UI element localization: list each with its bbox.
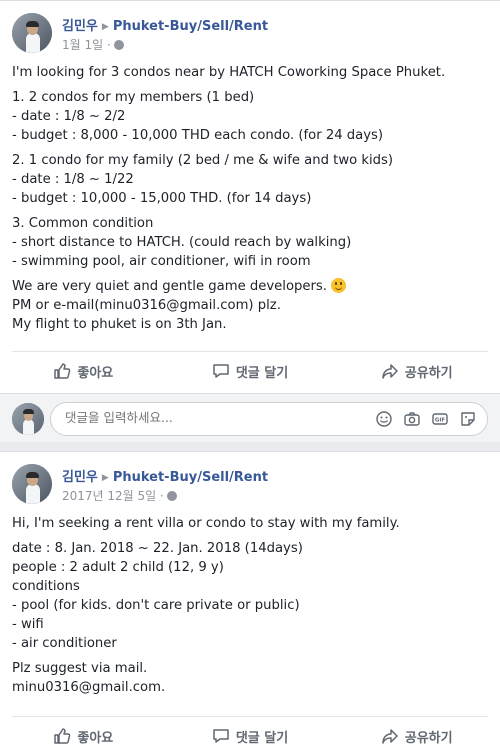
post-paragraph: PM or e-mail(minu0316@gmail.com) plz. My… bbox=[12, 298, 281, 332]
share-label: 공유하기 bbox=[404, 365, 453, 381]
group-name[interactable]: Phuket-Buy/Sell/Rent bbox=[113, 470, 268, 485]
camera-icon[interactable] bbox=[403, 410, 421, 428]
comment-tools: GIF bbox=[375, 410, 477, 428]
like-button[interactable]: 좋아요 bbox=[0, 356, 167, 386]
avatar[interactable] bbox=[12, 13, 52, 53]
author-name[interactable]: 김민우 bbox=[62, 470, 98, 485]
comment-icon bbox=[213, 729, 229, 743]
share-label: 공유하기 bbox=[404, 730, 453, 746]
post-actions: 좋아요 댓글 달기 공유하기 bbox=[0, 721, 500, 751]
comment-button[interactable]: 댓글 달기 bbox=[167, 721, 334, 751]
gif-icon[interactable]: GIF bbox=[431, 410, 449, 428]
like-icon bbox=[54, 363, 71, 379]
post-header: 김민우 ▶ Phuket-Buy/Sell/Rent bbox=[62, 15, 268, 34]
globe-icon bbox=[113, 40, 124, 50]
avatar[interactable] bbox=[12, 464, 52, 504]
comment-input-wrap[interactable]: GIF bbox=[50, 402, 488, 436]
post-paragraph: Hi, I'm seeking a rent villa or condo to… bbox=[12, 516, 400, 531]
post-paragraph: 2. 1 condo for my family (2 bed / me & w… bbox=[12, 153, 394, 206]
post-card-2: 김민우 ▶ Phuket-Buy/Sell/Rent 2017년 12월 5일 · … bbox=[0, 451, 500, 755]
share-button[interactable]: 공유하기 bbox=[333, 356, 500, 386]
svg-text:GIF: GIF bbox=[435, 418, 446, 424]
divider bbox=[12, 351, 488, 352]
like-label: 좋아요 bbox=[77, 730, 114, 746]
divider bbox=[12, 716, 488, 717]
post-date[interactable]: 2017년 12월 5일 · bbox=[62, 489, 164, 503]
post-header: 김민우 ▶ Phuket-Buy/Sell/Rent bbox=[62, 466, 268, 485]
post-paragraph-wrap: We are very quiet and gentle game develo… bbox=[12, 277, 488, 296]
comment-icon bbox=[213, 364, 229, 378]
post-paragraph: 1. 2 condos for my members (1 bed) - dat… bbox=[12, 90, 384, 143]
commenter-avatar bbox=[12, 403, 44, 435]
share-icon bbox=[382, 729, 398, 744]
share-button[interactable]: 공유하기 bbox=[333, 721, 500, 751]
post-paragraph: Plz suggest via mail. minu0316@gmail.com… bbox=[12, 661, 166, 695]
post-paragraph: I'm looking for 3 condos near by HATCH C… bbox=[12, 65, 446, 80]
emoji-icon[interactable] bbox=[375, 410, 393, 428]
post-actions: 좋아요 댓글 달기 공유하기 bbox=[0, 356, 500, 386]
comment-label: 댓글 달기 bbox=[235, 730, 289, 746]
post-card-1: 김민우 ▶ Phuket-Buy/Sell/Rent 1월 1일 · I'm loo… bbox=[0, 0, 500, 442]
like-label: 좋아요 bbox=[77, 365, 114, 381]
comment-input[interactable] bbox=[63, 409, 267, 426]
globe-icon bbox=[166, 491, 177, 501]
author-name[interactable]: 김민우 bbox=[62, 19, 98, 34]
comment-button[interactable]: 댓글 달기 bbox=[167, 356, 334, 386]
like-icon bbox=[54, 728, 71, 744]
like-button[interactable]: 좋아요 bbox=[0, 721, 167, 751]
post-body: I'm looking for 3 condos near by HATCH C… bbox=[12, 63, 488, 340]
comment-label: 댓글 달기 bbox=[235, 365, 289, 381]
post-meta: 2017년 12월 5일 · bbox=[62, 487, 177, 504]
post-paragraph: We are very quiet and gentle game develo… bbox=[12, 279, 327, 294]
caret-right-icon: ▶ bbox=[101, 22, 109, 32]
comment-composer: GIF bbox=[0, 393, 500, 442]
caret-right-icon: ▶ bbox=[101, 473, 109, 483]
share-icon bbox=[382, 364, 398, 379]
post-meta: 1월 1일 · bbox=[62, 36, 124, 53]
post-paragraph: date : 8. Jan. 2018 ~ 22. Jan. 2018 (14d… bbox=[12, 541, 303, 651]
post-paragraph: 3. Common condition - short distance to … bbox=[12, 216, 352, 269]
group-name[interactable]: Phuket-Buy/Sell/Rent bbox=[113, 19, 268, 34]
smiley-emoji-icon bbox=[331, 278, 347, 293]
post-date[interactable]: 1월 1일 · bbox=[62, 38, 111, 52]
post-body: Hi, I'm seeking a rent villa or condo to… bbox=[12, 514, 488, 703]
sticker-icon[interactable] bbox=[459, 410, 477, 428]
